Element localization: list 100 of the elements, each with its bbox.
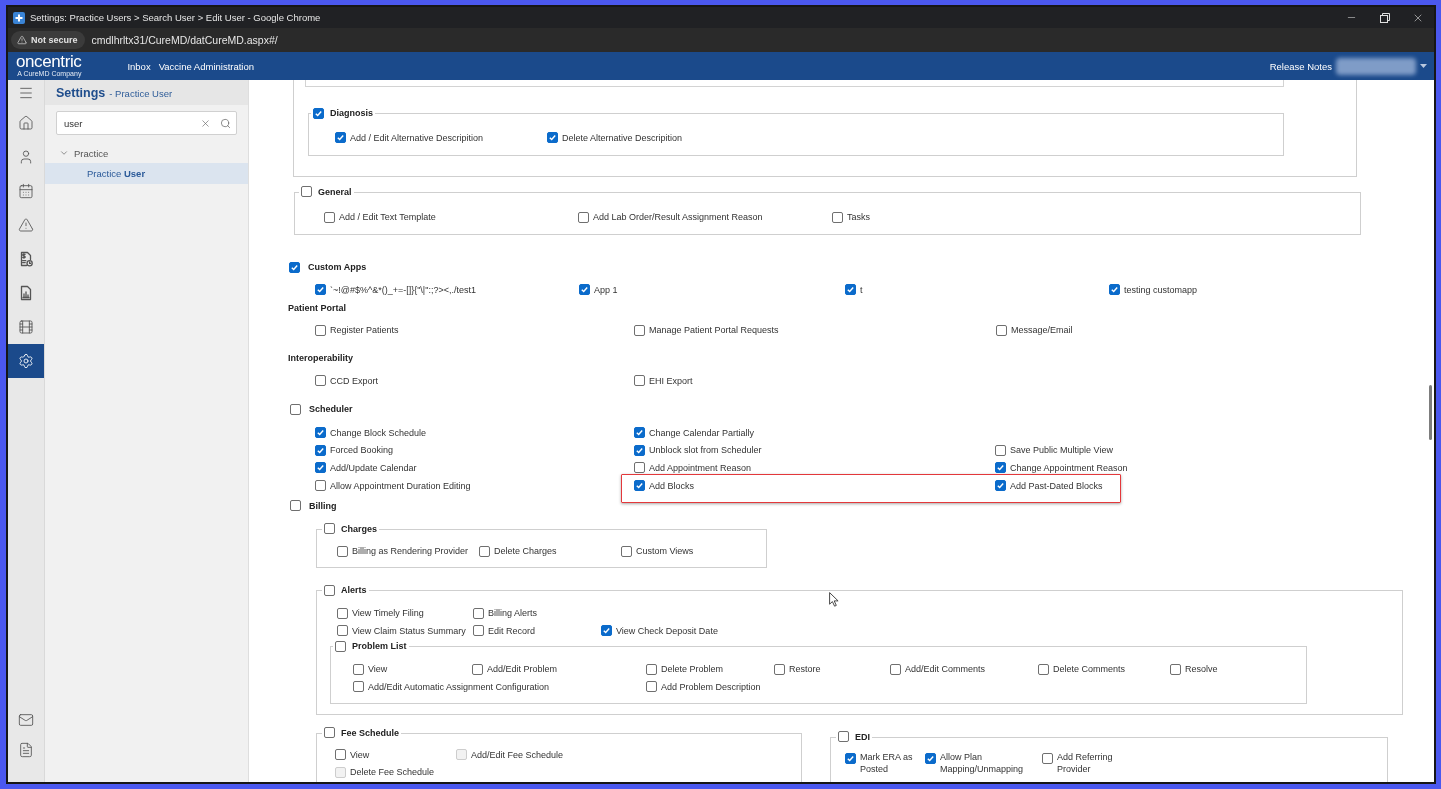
- checkbox[interactable]: [315, 324, 326, 336]
- tree-item[interactable]: Practice: [45, 143, 248, 163]
- checkbox[interactable]: [315, 375, 326, 387]
- checkbox[interactable]: [890, 663, 901, 675]
- checkbox[interactable]: [289, 261, 300, 273]
- checkbox[interactable]: [621, 545, 632, 557]
- window-title: Settings: Practice Users > Search User > Edit User - Google Chrome: [30, 12, 321, 23]
- checkbox[interactable]: [324, 584, 335, 596]
- checkbox[interactable]: [315, 444, 326, 456]
- checkbox[interactable]: [473, 607, 484, 619]
- checkbox[interactable]: [315, 480, 326, 492]
- checkbox-label: View Check Deposit Date: [616, 625, 718, 636]
- checkbox[interactable]: [547, 132, 558, 144]
- checkbox[interactable]: [290, 500, 301, 512]
- checkbox[interactable]: [324, 727, 335, 739]
- checkbox[interactable]: [353, 663, 364, 675]
- checkbox-label: Restore: [789, 664, 821, 675]
- nav-link[interactable]: Inbox: [127, 60, 151, 72]
- checkbox-label: Add Appointment Reason: [649, 463, 752, 473]
- checkbox[interactable]: [315, 284, 326, 296]
- checkbox[interactable]: [634, 375, 645, 387]
- checkbox[interactable]: [290, 403, 301, 415]
- checkbox[interactable]: [301, 186, 312, 197]
- checkbox-label: Allow Plan Mapping/Unmapping: [940, 752, 1025, 776]
- checkbox[interactable]: [995, 444, 1006, 456]
- group-title: Fee Schedule: [341, 727, 400, 738]
- checkbox[interactable]: [1038, 663, 1049, 675]
- checkbox[interactable]: [925, 752, 936, 764]
- checkbox[interactable]: [315, 427, 326, 439]
- checkbox[interactable]: [335, 749, 346, 761]
- checkbox[interactable]: [646, 681, 657, 693]
- checkbox[interactable]: [995, 462, 1006, 474]
- group-title: Diagnosis: [330, 108, 373, 118]
- search-icon[interactable]: [220, 117, 231, 129]
- checkbox[interactable]: [472, 663, 483, 675]
- checkbox[interactable]: [601, 625, 612, 637]
- caret-down-icon[interactable]: [1420, 64, 1427, 68]
- checkbox[interactable]: [845, 752, 856, 764]
- checkbox[interactable]: [313, 107, 324, 119]
- checkbox[interactable]: [479, 545, 490, 557]
- panel-title: Settings: [56, 86, 106, 100]
- checkbox-label: Change Calendar Partially: [649, 427, 755, 438]
- calendar-icon: [18, 183, 34, 199]
- checkbox-label: View Timely Filing: [352, 608, 424, 619]
- checkbox[interactable]: [1170, 663, 1181, 675]
- checkbox-label: Delete Fee Schedule: [350, 767, 435, 778]
- checkbox-label: Save Public Multiple View: [1010, 445, 1113, 456]
- checkbox[interactable]: [634, 480, 645, 492]
- checkbox[interactable]: [579, 284, 590, 296]
- checkbox[interactable]: [996, 324, 1007, 336]
- restore-icon: [1379, 12, 1390, 23]
- checkbox[interactable]: [845, 284, 856, 296]
- checkbox-label: Add Blocks: [649, 480, 695, 491]
- sidebar-nav-button[interactable]: [8, 344, 44, 378]
- nav-link[interactable]: Vaccine Administration: [158, 60, 255, 72]
- checkbox[interactable]: [324, 211, 335, 223]
- checkbox-label: App 1: [594, 284, 618, 295]
- medical-cross-icon: [13, 11, 25, 24]
- section-title: Custom Apps: [308, 262, 367, 272]
- security-chip[interactable]: Not secure: [11, 31, 85, 49]
- clear-icon[interactable]: [200, 117, 211, 129]
- checkbox[interactable]: [1042, 752, 1053, 764]
- checkbox-label: View: [368, 664, 388, 675]
- checkbox[interactable]: [473, 625, 484, 637]
- checkbox[interactable]: [832, 211, 843, 223]
- section-title: Scheduler: [309, 404, 353, 414]
- checkbox-label: Tasks: [847, 212, 870, 223]
- checkbox[interactable]: [838, 731, 849, 743]
- checkbox[interactable]: [634, 427, 645, 439]
- checkbox[interactable]: [634, 324, 645, 336]
- checkbox[interactable]: [1109, 284, 1120, 296]
- url-text[interactable]: cmdlhrltx31/CureMD/datCureMD.aspx#/: [91, 34, 278, 46]
- checkbox-label: Add/Edit Comments: [905, 664, 986, 675]
- checkbox[interactable]: [634, 444, 645, 456]
- checkbox[interactable]: [774, 663, 785, 675]
- checkbox[interactable]: [353, 681, 364, 693]
- checkbox[interactable]: [337, 625, 348, 637]
- checkbox-label: Billing Alerts: [488, 608, 538, 619]
- checkbox[interactable]: [324, 523, 335, 535]
- checkbox[interactable]: [646, 663, 657, 675]
- release-notes-link[interactable]: Release Notes: [1269, 60, 1332, 72]
- warning-icon: [18, 217, 34, 233]
- checkbox-label: Add Past-Dated Blocks: [1010, 480, 1103, 491]
- section-title: Patient Portal: [288, 302, 346, 313]
- checkbox[interactable]: [335, 132, 346, 144]
- checkbox[interactable]: [995, 480, 1006, 492]
- checkbox[interactable]: [634, 462, 645, 474]
- checkbox-label: Add/Update Calendar: [330, 463, 417, 473]
- search-field[interactable]: user: [56, 111, 237, 135]
- logo-wordmark[interactable]: oncentric: [16, 54, 82, 70]
- group-title: General: [318, 186, 352, 197]
- checkbox-label: EHI Export: [649, 375, 693, 386]
- tree-item[interactable]: Practice User: [45, 163, 248, 184]
- scrollbar-thumb[interactable]: [1429, 385, 1432, 440]
- checkbox[interactable]: [315, 462, 326, 474]
- warning-icon: [17, 35, 27, 45]
- checkbox[interactable]: [337, 545, 348, 557]
- checkbox[interactable]: [337, 607, 348, 619]
- checkbox[interactable]: [335, 640, 346, 652]
- checkbox[interactable]: [578, 211, 589, 223]
